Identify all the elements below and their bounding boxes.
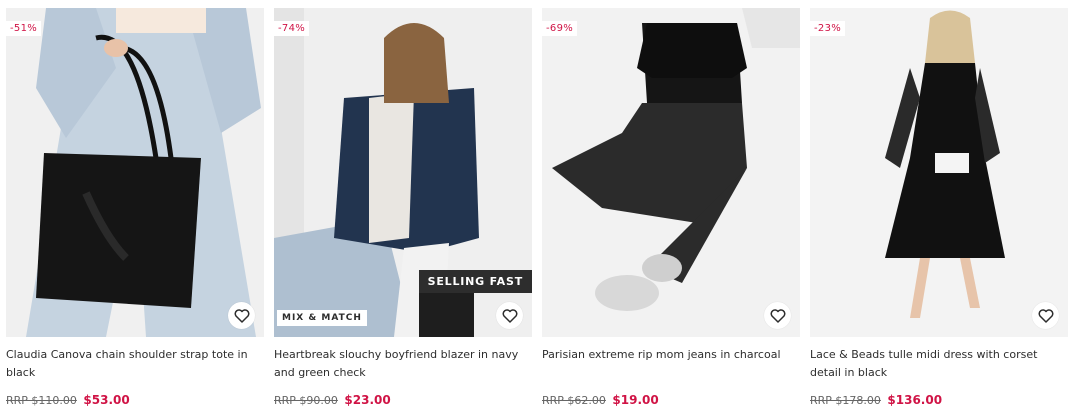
product-title[interactable]: Lace & Beads tulle midi dress with corse… [810, 346, 1068, 382]
product-card[interactable]: -69% Parisian extreme rip mom jeans in c… [542, 8, 800, 407]
product-card[interactable]: -51% Claudia Canova chain shoulder strap… [6, 8, 264, 407]
sale-price: $53.00 [83, 393, 130, 407]
product-card[interactable]: -74% SELLING FAST MIX & MATCH Heartbreak… [274, 8, 532, 407]
product-price: RRP $90.00 $23.00 [274, 393, 532, 407]
product-title[interactable]: Parisian extreme rip mom jeans in charco… [542, 346, 800, 382]
rrp-price: RRP $90.00 [274, 394, 338, 407]
product-image[interactable]: -74% SELLING FAST MIX & MATCH [274, 8, 532, 337]
product-title[interactable]: Claudia Canova chain shoulder strap tote… [6, 346, 264, 382]
heart-outline-icon [1038, 308, 1053, 323]
product-photo [810, 8, 1068, 337]
product-image[interactable]: -51% [6, 8, 264, 337]
discount-badge: -51% [6, 21, 42, 36]
product-grid: -51% Claudia Canova chain shoulder strap… [0, 0, 1080, 417]
save-for-later-button[interactable] [496, 302, 523, 329]
product-price: RRP $62.00 $19.00 [542, 393, 800, 407]
product-title[interactable]: Heartbreak slouchy boyfriend blazer in n… [274, 346, 532, 382]
discount-badge: -69% [542, 21, 578, 36]
rrp-price: RRP $62.00 [542, 394, 606, 407]
product-photo [6, 8, 264, 337]
selling-fast-badge: SELLING FAST [418, 270, 532, 293]
product-price: RRP $178.00 $136.00 [810, 393, 1068, 407]
sale-price: $136.00 [887, 393, 943, 407]
product-image[interactable]: -23% [810, 8, 1068, 337]
sale-price: $23.00 [344, 393, 391, 407]
sale-price: $19.00 [612, 393, 659, 407]
product-photo [542, 8, 800, 337]
rrp-price: RRP $178.00 [810, 394, 881, 407]
product-price: RRP $110.00 $53.00 [6, 393, 264, 407]
product-card[interactable]: -23% Lace & Beads tulle midi dress with … [810, 8, 1068, 407]
save-for-later-button[interactable] [764, 302, 791, 329]
heart-outline-icon [770, 308, 785, 323]
product-image[interactable]: -69% [542, 8, 800, 337]
save-for-later-button[interactable] [1032, 302, 1059, 329]
rrp-price: RRP $110.00 [6, 394, 77, 407]
heart-outline-icon [502, 308, 517, 323]
discount-badge: -23% [810, 21, 846, 36]
mix-match-badge: MIX & MATCH [277, 310, 367, 326]
heart-outline-icon [234, 308, 249, 323]
discount-badge: -74% [274, 21, 310, 36]
save-for-later-button[interactable] [228, 302, 255, 329]
